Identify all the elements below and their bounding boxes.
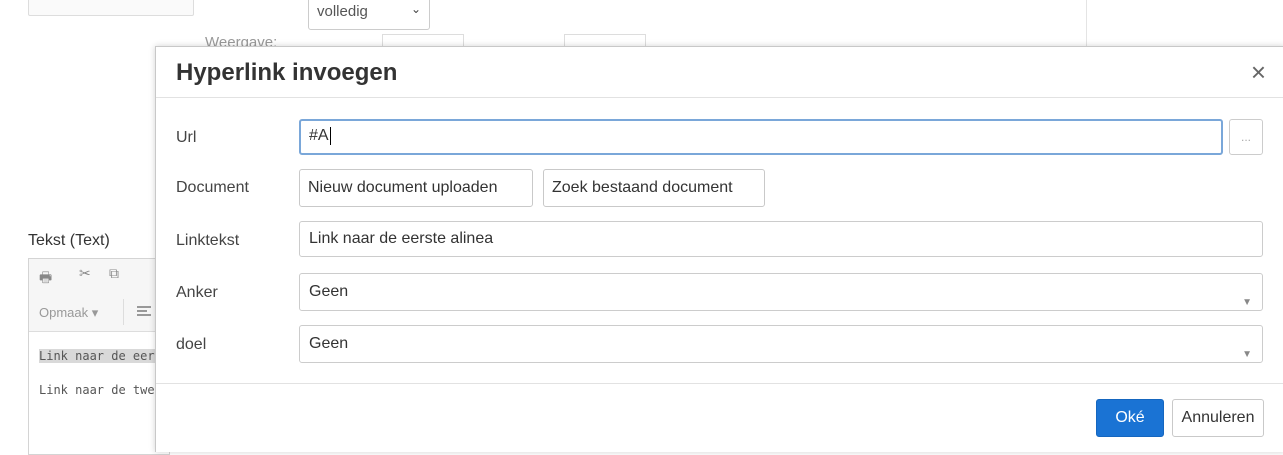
ok-button[interactable]: Oké: [1096, 399, 1164, 437]
editor-line[interactable]: Link naar de eer: [39, 349, 155, 363]
chevron-down-icon: ▼: [1242, 297, 1252, 308]
print-icon[interactable]: 🖶: [39, 267, 52, 291]
dialog-header: Hyperlink invoegen ×: [156, 47, 1283, 98]
text-section-label: Tekst (Text): [28, 232, 110, 249]
cut-icon[interactable]: ✂: [79, 265, 91, 282]
text-caret: [329, 126, 331, 145]
dialog-title: Hyperlink invoegen: [176, 59, 398, 86]
document-label: Document: [176, 179, 249, 196]
view-select-value: volledig: [317, 3, 368, 20]
url-label: Url: [176, 129, 197, 146]
anchor-select-value: Geen: [309, 283, 349, 300]
search-document-button[interactable]: Zoek bestaand document: [543, 169, 765, 207]
copy-icon[interactable]: ⧉: [109, 265, 119, 282]
linktext-input[interactable]: Link naar de eerste alinea: [299, 221, 1263, 257]
upload-document-button[interactable]: Nieuw document uploaden: [299, 169, 533, 207]
toolbar-separator: [123, 299, 124, 325]
target-label: doel: [176, 336, 207, 353]
view-select[interactable]: volledig ⌄: [308, 0, 430, 30]
close-icon[interactable]: ×: [1251, 57, 1266, 87]
rich-text-editor[interactable]: 🖶 ✂ ⧉ Opmaak ▾ Link naar de eer Link naa…: [28, 258, 170, 455]
target-select-value: Geen: [309, 335, 349, 352]
anchor-label: Anker: [176, 284, 218, 301]
cancel-button[interactable]: Annuleren: [1172, 399, 1264, 437]
target-select[interactable]: Geen ▼: [299, 325, 1263, 363]
chevron-down-icon: ▼: [1242, 349, 1252, 360]
anchor-select[interactable]: Geen ▼: [299, 273, 1263, 311]
hyperlink-dialog: Hyperlink invoegen × Url #A ... Document…: [155, 46, 1283, 452]
editor-line[interactable]: Link naar de twe: [39, 383, 155, 397]
align-left-icon[interactable]: [137, 306, 151, 318]
format-dropdown[interactable]: Opmaak ▾: [39, 305, 98, 321]
dialog-footer: Oké Annuleren: [156, 383, 1283, 452]
linktext-label: Linktekst: [176, 232, 240, 249]
divider: [1086, 0, 1087, 48]
background-input[interactable]: [28, 0, 194, 16]
chevron-down-icon: ⌄: [410, 2, 421, 16]
url-browse-button[interactable]: ...: [1229, 119, 1263, 155]
editor-toolbar: 🖶 ✂ ⧉ Opmaak ▾: [29, 259, 169, 332]
url-input[interactable]: #A: [299, 119, 1223, 155]
